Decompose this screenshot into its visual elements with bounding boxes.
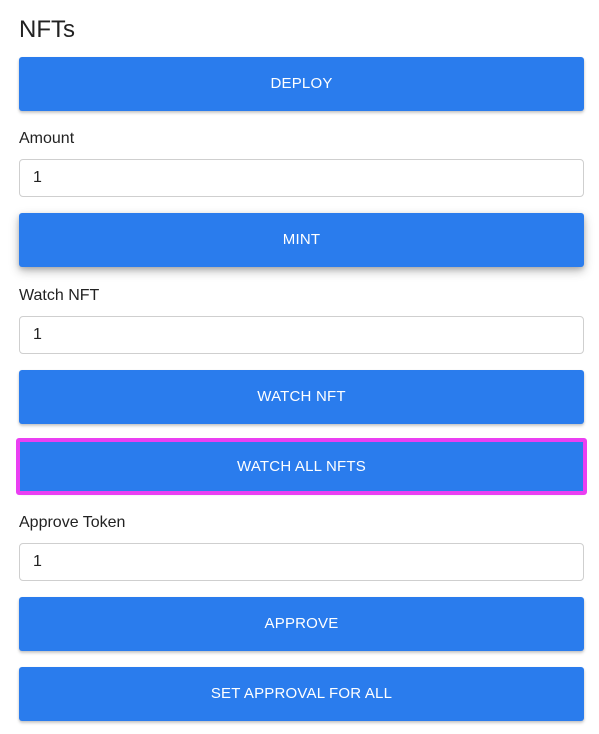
approve-button[interactable]: APPROVE — [19, 597, 584, 651]
approve-token-input[interactable] — [19, 543, 584, 581]
set-approval-for-all-button[interactable]: SET APPROVAL FOR ALL — [19, 667, 584, 721]
approve-token-label: Approve Token — [19, 514, 126, 531]
section-title: NFTs — [19, 16, 75, 43]
watch-all-nfts-button[interactable]: WATCH ALL NFTS — [19, 441, 584, 492]
deploy-button[interactable]: DEPLOY — [19, 57, 584, 111]
amount-input[interactable] — [19, 159, 584, 197]
watch-nft-button[interactable]: WATCH NFT — [19, 370, 584, 424]
mint-button[interactable]: MINT — [19, 213, 584, 267]
watch-nft-input[interactable] — [19, 316, 584, 354]
watch-nft-label: Watch NFT — [19, 287, 100, 304]
amount-label: Amount — [19, 130, 75, 147]
